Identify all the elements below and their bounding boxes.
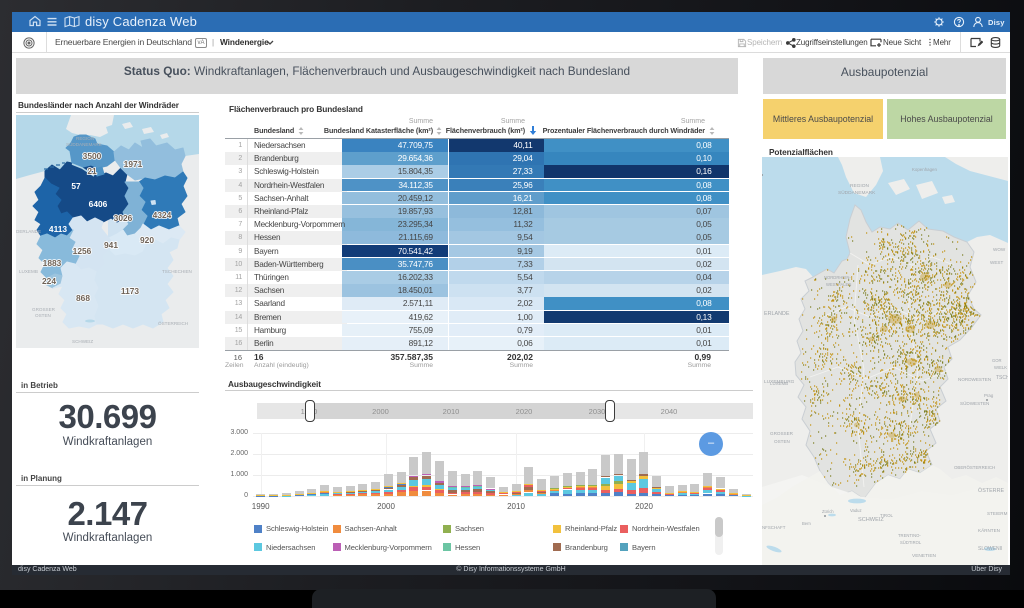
svg-text:6406: 6406 [89,199,108,209]
svg-text:WEST: WEST [990,260,1003,265]
svg-text:4324: 4324 [153,210,172,220]
svg-text:KÄRNTEN: KÄRNTEN [978,527,1000,533]
svg-text:WOW: WOW [993,247,1006,252]
svg-text:57: 57 [71,181,81,191]
svg-text:VENETIEN: VENETIEN [912,553,937,559]
svg-text:OSTEN: OSTEN [35,313,51,318]
svg-text:Bern: Bern [802,521,812,526]
svg-text:868: 868 [76,293,90,303]
svg-text:1173: 1173 [121,286,140,296]
svg-text:SÜDTIROL: SÜDTIROL [900,540,922,545]
svg-text:DERLANDE: DERLANDE [16,229,41,234]
svg-text:NFSCHAFT: NFSCHAFT [762,525,786,530]
svg-text:SLOWENII: SLOWENII [978,546,1002,552]
svg-text:Vaduz: Vaduz [850,508,862,513]
svg-text:3026: 3026 [114,213,133,223]
svg-text:Prag: Prag [984,393,994,398]
svg-text:SÜDDANEMARK: SÜDDANEMARK [66,141,103,147]
svg-text:SÜDDANEMARK: SÜDDANEMARK [838,189,876,196]
svg-text:21: 21 [87,166,97,176]
svg-text:ÖSTERREICH: ÖSTERREICH [158,320,188,326]
svg-text:WIELK: WIELK [994,365,1007,370]
svg-text:LUXEMB: LUXEMB [19,269,38,274]
svg-text:NORDWESTEN: NORDWESTEN [958,377,991,382]
svg-text:WESTFALEN: WESTFALEN [826,282,851,287]
svg-text:941: 941 [104,240,118,250]
svg-text:224: 224 [42,276,56,286]
svg-text:3500: 3500 [83,151,102,161]
svg-text:REGION: REGION [76,136,94,141]
svg-text:TRENTINO-: TRENTINO- [898,533,921,538]
svg-text:ÖSTERRE: ÖSTERRE [978,487,1004,494]
svg-text:TIROL: TIROL [880,513,893,518]
svg-text:GOR: GOR [992,358,1002,363]
svg-text:1256: 1256 [73,246,92,256]
svg-text:LUXEMB: LUXEMB [770,381,788,386]
svg-text:GROSSER: GROSSER [32,307,56,312]
svg-text:SCHWEIZ: SCHWEIZ [72,339,93,344]
svg-text:Kopenhagen: Kopenhagen [912,167,937,172]
svg-text:Zürich: Zürich [822,509,834,514]
svg-text:SÜDWESTEN: SÜDWESTEN [960,400,989,406]
svg-text:OBERÖSTERREICH: OBERÖSTERREICH [954,465,995,470]
svg-text:TSCHECHIEN: TSCHECHIEN [162,269,192,274]
svg-text:STEIERM: STEIERM [987,511,1008,516]
svg-text:4113: 4113 [49,224,68,234]
svg-text:OSTEN: OSTEN [774,439,790,444]
svg-text:ERLANDE: ERLANDE [764,311,790,317]
svg-text:GROSSER: GROSSER [770,431,794,436]
svg-text:1971: 1971 [124,159,143,169]
svg-text:NORDRHEIN-: NORDRHEIN- [824,275,851,280]
svg-text:1883: 1883 [43,258,62,268]
svg-text:TSCH: TSCH [996,375,1008,381]
svg-text:920: 920 [140,235,154,245]
svg-text:REGION: REGION [850,183,869,189]
